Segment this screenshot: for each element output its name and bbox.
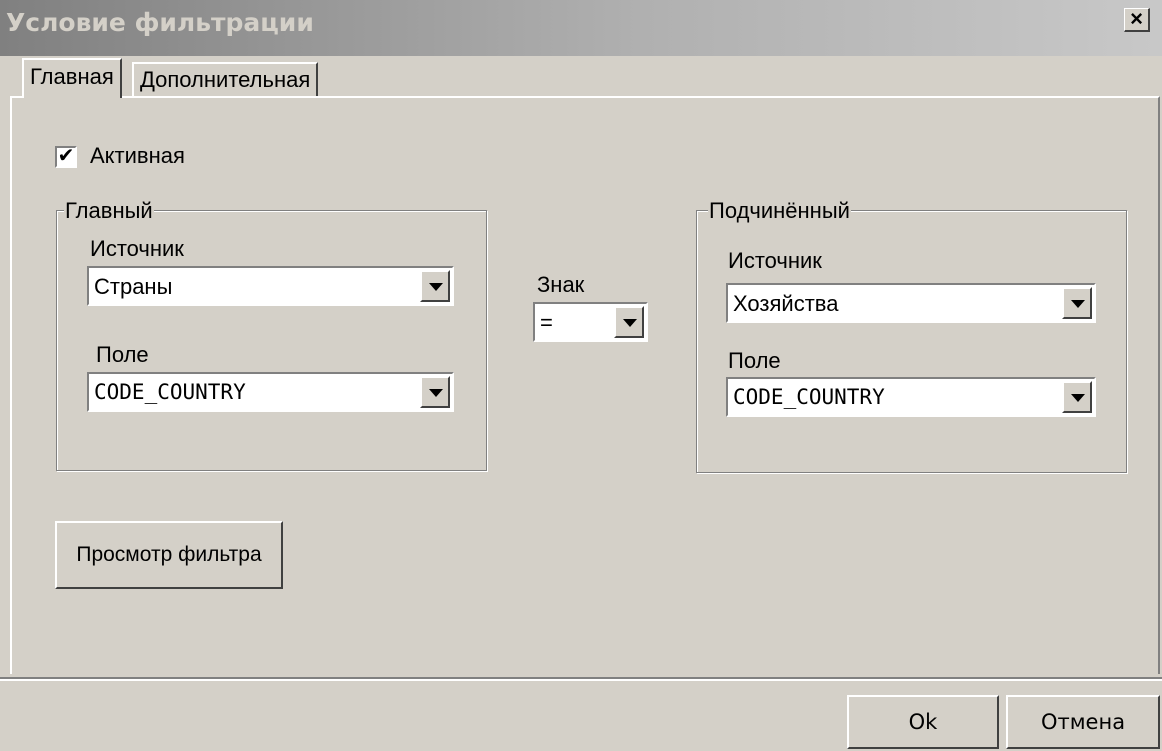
tab-additional-label: Дополнительная (140, 67, 311, 92)
sign-value: = (540, 310, 553, 335)
active-checkbox-label[interactable]: Активная (90, 143, 185, 169)
main-source-label: Источник (90, 236, 184, 261)
sub-group-legend: Подчинённый (708, 198, 851, 224)
chevron-down-icon[interactable] (420, 270, 450, 302)
main-field-value: CODE_COUNTRY (94, 380, 246, 404)
chevron-down-icon[interactable] (420, 376, 450, 408)
ok-button[interactable]: Ok (847, 695, 999, 749)
main-group-legend: Главный (64, 198, 154, 224)
window-title: Условие фильтрации (6, 8, 314, 37)
tab-main[interactable]: Главная (22, 58, 122, 98)
close-button[interactable]: × (1124, 8, 1150, 32)
main-source-value: Страны (94, 274, 173, 299)
checkmark-icon: ✔ (57, 145, 75, 167)
main-source-select[interactable]: Страны (87, 266, 454, 306)
close-icon: × (1130, 6, 1143, 31)
sub-field-label: Поле (728, 348, 781, 373)
sub-field-select[interactable]: CODE_COUNTRY (726, 377, 1096, 417)
chevron-down-icon[interactable] (1062, 287, 1092, 319)
tab-additional[interactable]: Дополнительная (132, 62, 319, 98)
cancel-button[interactable]: Отмена (1006, 695, 1160, 749)
preview-filter-button[interactable]: Просмотр фильтра (55, 521, 283, 589)
title-bar[interactable]: Условие фильтрации × (0, 0, 1162, 56)
chevron-down-icon[interactable] (1062, 381, 1092, 413)
footer-divider (0, 677, 1162, 681)
sub-source-select[interactable]: Хозяйства (726, 283, 1096, 323)
sign-label: Знак (537, 272, 585, 297)
main-field-select[interactable]: CODE_COUNTRY (87, 372, 454, 412)
sign-select[interactable]: = (533, 302, 648, 342)
tab-main-label: Главная (30, 64, 114, 89)
active-checkbox[interactable]: ✔ (55, 146, 77, 168)
sub-source-value: Хозяйства (733, 291, 839, 316)
sub-source-label: Источник (728, 248, 822, 273)
sub-field-value: CODE_COUNTRY (733, 385, 885, 409)
main-field-label: Поле (96, 342, 149, 367)
chevron-down-icon[interactable] (614, 306, 644, 338)
